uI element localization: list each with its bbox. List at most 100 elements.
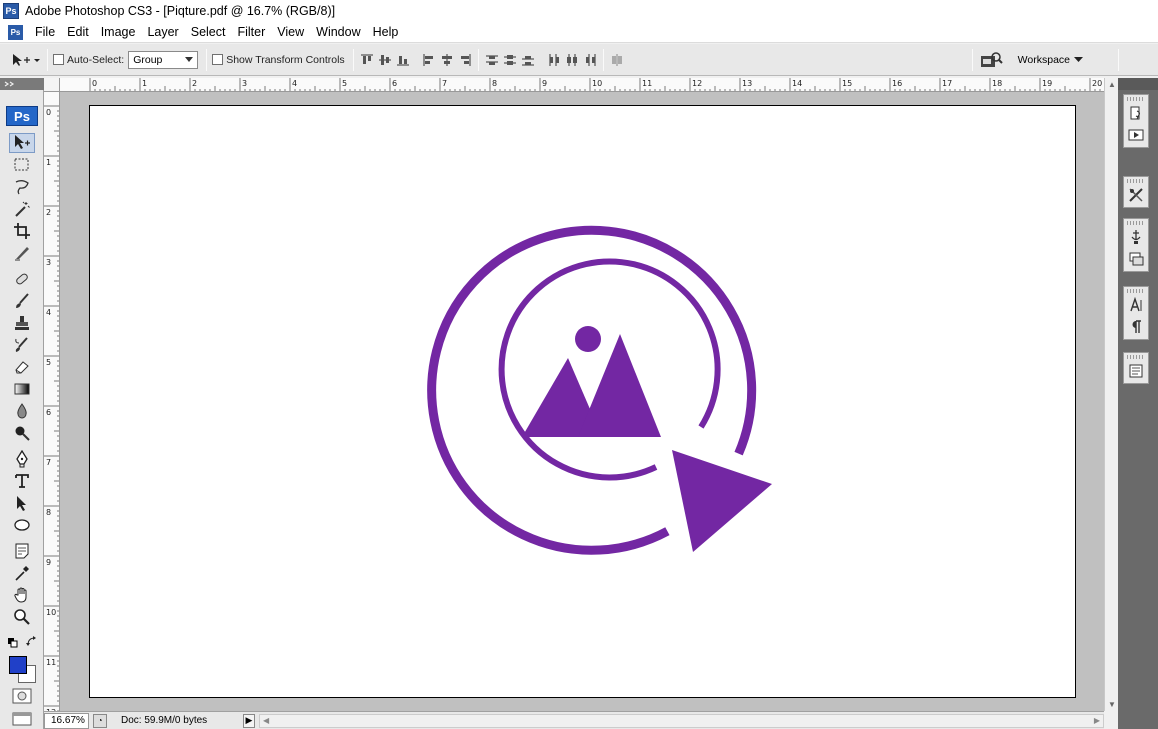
toolbox: Ps bbox=[0, 90, 44, 729]
panel-grip[interactable] bbox=[1127, 221, 1145, 225]
distribute-vcenter-icon[interactable] bbox=[502, 52, 518, 68]
workspace-button[interactable]: Workspace bbox=[1018, 54, 1083, 66]
menu-view[interactable]: View bbox=[271, 25, 310, 39]
gradient-tool[interactable] bbox=[9, 379, 35, 399]
menu-help[interactable]: Help bbox=[367, 25, 405, 39]
panel-grip[interactable] bbox=[1127, 97, 1145, 101]
default-colors-icon[interactable] bbox=[8, 638, 18, 648]
align-right-icon[interactable] bbox=[457, 52, 473, 68]
menu-edit[interactable]: Edit bbox=[61, 25, 95, 39]
auto-select-checkbox[interactable] bbox=[53, 54, 64, 65]
tool-presets-button[interactable] bbox=[1126, 185, 1146, 205]
distribute-left-icon[interactable] bbox=[546, 52, 562, 68]
clone-stamp-tool[interactable] bbox=[9, 313, 35, 333]
distribute-top-icon[interactable] bbox=[484, 52, 500, 68]
photoshop-logo[interactable]: Ps bbox=[6, 106, 38, 126]
eraser-tool[interactable] bbox=[9, 357, 35, 377]
align-vcenter-icon[interactable] bbox=[377, 52, 393, 68]
show-transform-checkbox[interactable] bbox=[212, 54, 224, 65]
canvas-area[interactable] bbox=[60, 92, 1104, 711]
swap-colors-icon[interactable] bbox=[26, 636, 38, 648]
foreground-color-swatch[interactable] bbox=[9, 656, 27, 674]
distribute-right-icon[interactable] bbox=[582, 52, 598, 68]
dodge-tool[interactable] bbox=[9, 423, 35, 443]
history-brush-tool[interactable] bbox=[9, 335, 35, 355]
character-button[interactable] bbox=[1126, 295, 1146, 315]
align-hcenter-icon[interactable] bbox=[439, 52, 455, 68]
path-selection-tool[interactable] bbox=[9, 493, 35, 513]
navigator-button[interactable] bbox=[1126, 227, 1146, 247]
scroll-up-icon[interactable]: ▲ bbox=[1108, 80, 1116, 89]
scroll-right-icon[interactable]: ▶ bbox=[1094, 716, 1100, 725]
vertical-ruler[interactable]: 0123456789101112 bbox=[44, 92, 60, 711]
auto-align-layers-icon[interactable] bbox=[609, 52, 625, 68]
status-info-icon[interactable]: ◔ bbox=[93, 713, 107, 728]
separator bbox=[602, 48, 604, 71]
status-menu-arrow-icon[interactable]: ▶ bbox=[243, 713, 255, 728]
ruler-label: 8 bbox=[46, 508, 51, 517]
horizontal-ruler[interactable]: 0 1 2 3 4 5 6 7 8 9 10 11 12 13 14 15 16 17 18 19 20 bbox=[60, 78, 1104, 92]
actions-button[interactable] bbox=[1126, 125, 1146, 145]
panel-grip[interactable] bbox=[1127, 355, 1145, 359]
notes-tool[interactable] bbox=[9, 541, 35, 561]
shape-tool[interactable] bbox=[9, 515, 35, 535]
menu-filter[interactable]: Filter bbox=[231, 25, 271, 39]
panel-grip[interactable] bbox=[1127, 179, 1145, 183]
dock-header[interactable] bbox=[1118, 78, 1158, 90]
menu-file[interactable]: File bbox=[29, 25, 61, 39]
horizontal-scrollbar[interactable]: ◀ ▶ bbox=[259, 713, 1104, 728]
slice-tool[interactable] bbox=[9, 243, 35, 263]
history-button[interactable] bbox=[1126, 103, 1146, 123]
navigator-icon bbox=[1131, 230, 1141, 244]
menu-image[interactable]: Image bbox=[95, 25, 142, 39]
menu-select[interactable]: Select bbox=[185, 25, 232, 39]
align-bottom-icon[interactable] bbox=[395, 52, 411, 68]
type-tool[interactable] bbox=[9, 471, 35, 491]
ruler-label: 2 bbox=[46, 208, 51, 217]
healing-brush-tool[interactable] bbox=[9, 269, 35, 289]
crop-tool[interactable] bbox=[9, 221, 35, 241]
document-canvas[interactable] bbox=[89, 105, 1076, 698]
separator bbox=[47, 48, 48, 71]
collapse-icon[interactable] bbox=[3, 79, 17, 89]
menu-window[interactable]: Window bbox=[310, 25, 366, 39]
sun-circle bbox=[575, 326, 601, 352]
move-tool[interactable] bbox=[9, 133, 35, 153]
distribute-hcenter-icon[interactable] bbox=[564, 52, 580, 68]
move-tool-preset-icon[interactable] bbox=[8, 52, 42, 68]
magic-wand-tool[interactable] bbox=[9, 199, 35, 219]
ruler-origin[interactable] bbox=[44, 78, 60, 92]
document-icon[interactable]: Ps bbox=[8, 24, 23, 40]
paragraph-button[interactable] bbox=[1126, 317, 1146, 337]
screen-mode-icon[interactable] bbox=[12, 712, 32, 726]
info-button[interactable] bbox=[1126, 361, 1146, 381]
scroll-down-icon[interactable]: ▼ bbox=[1108, 700, 1116, 709]
lasso-tool[interactable] bbox=[9, 177, 35, 197]
quick-mask-icon[interactable] bbox=[12, 688, 32, 704]
ruler-label: 11 bbox=[46, 658, 56, 667]
blur-tool[interactable] bbox=[9, 401, 35, 421]
toolbox-header[interactable] bbox=[0, 78, 44, 90]
bridge-icon[interactable] bbox=[978, 49, 1004, 71]
pen-tool[interactable] bbox=[9, 449, 35, 469]
panel-grip[interactable] bbox=[1127, 289, 1145, 293]
hand-tool[interactable] bbox=[9, 585, 35, 605]
marquee-tool[interactable] bbox=[9, 155, 35, 175]
align-top-icon[interactable] bbox=[359, 52, 375, 68]
auto-select-dropdown[interactable]: Group bbox=[128, 50, 199, 69]
align-left-icon[interactable] bbox=[421, 52, 437, 68]
layer-comps-button[interactable] bbox=[1126, 249, 1146, 269]
brush-tool[interactable] bbox=[9, 291, 35, 311]
ruler-label: 9 bbox=[46, 558, 51, 567]
zoom-level-field[interactable]: 16.67% bbox=[44, 712, 89, 729]
vertical-scrollbar[interactable]: ▲ ▼ bbox=[1104, 78, 1118, 711]
distribute-bottom-icon[interactable] bbox=[520, 52, 536, 68]
menu-layer[interactable]: Layer bbox=[141, 25, 184, 39]
eyedropper-tool[interactable] bbox=[9, 563, 35, 583]
scroll-left-icon[interactable]: ◀ bbox=[263, 716, 269, 725]
slice-icon bbox=[15, 247, 29, 261]
ruler-label: 2 bbox=[192, 79, 197, 88]
ruler-label: 7 bbox=[442, 79, 447, 88]
history-brush-icon bbox=[15, 337, 28, 352]
zoom-tool[interactable] bbox=[9, 607, 35, 627]
